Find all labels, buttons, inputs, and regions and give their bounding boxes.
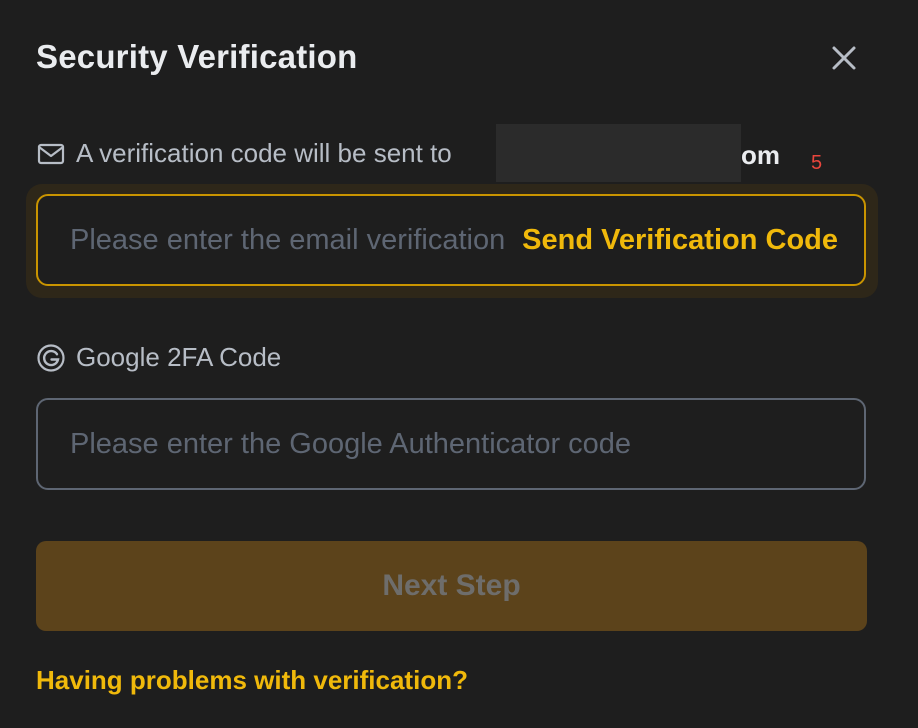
google-2fa-input[interactable] — [38, 399, 832, 489]
email-code-input[interactable] — [38, 195, 512, 285]
next-step-button[interactable]: Next Step — [36, 541, 867, 631]
verification-help-link[interactable]: Having problems with verification? — [36, 665, 468, 696]
dialog-title: Security Verification — [36, 38, 358, 75]
send-verification-code-button[interactable]: Send Verification Code — [522, 196, 838, 284]
email-code-field: Send Verification Code — [36, 194, 866, 286]
email-suffix: om — [741, 140, 780, 170]
security-verification-dialog: Security Verification A verification cod… — [0, 0, 918, 728]
close-icon — [832, 46, 856, 70]
envelope-icon — [36, 139, 66, 169]
google-icon — [36, 343, 66, 373]
email-code-label-row: A verification code will be sent to — [36, 138, 452, 169]
redacted-email — [496, 124, 741, 182]
close-button[interactable] — [826, 40, 862, 76]
email-code-label: A verification code will be sent to — [76, 138, 452, 168]
counter-badge: 5 — [811, 152, 823, 174]
google-2fa-field — [36, 398, 866, 490]
google-2fa-label-row: Google 2FA Code — [36, 342, 281, 373]
google-2fa-label: Google 2FA Code — [76, 342, 282, 372]
